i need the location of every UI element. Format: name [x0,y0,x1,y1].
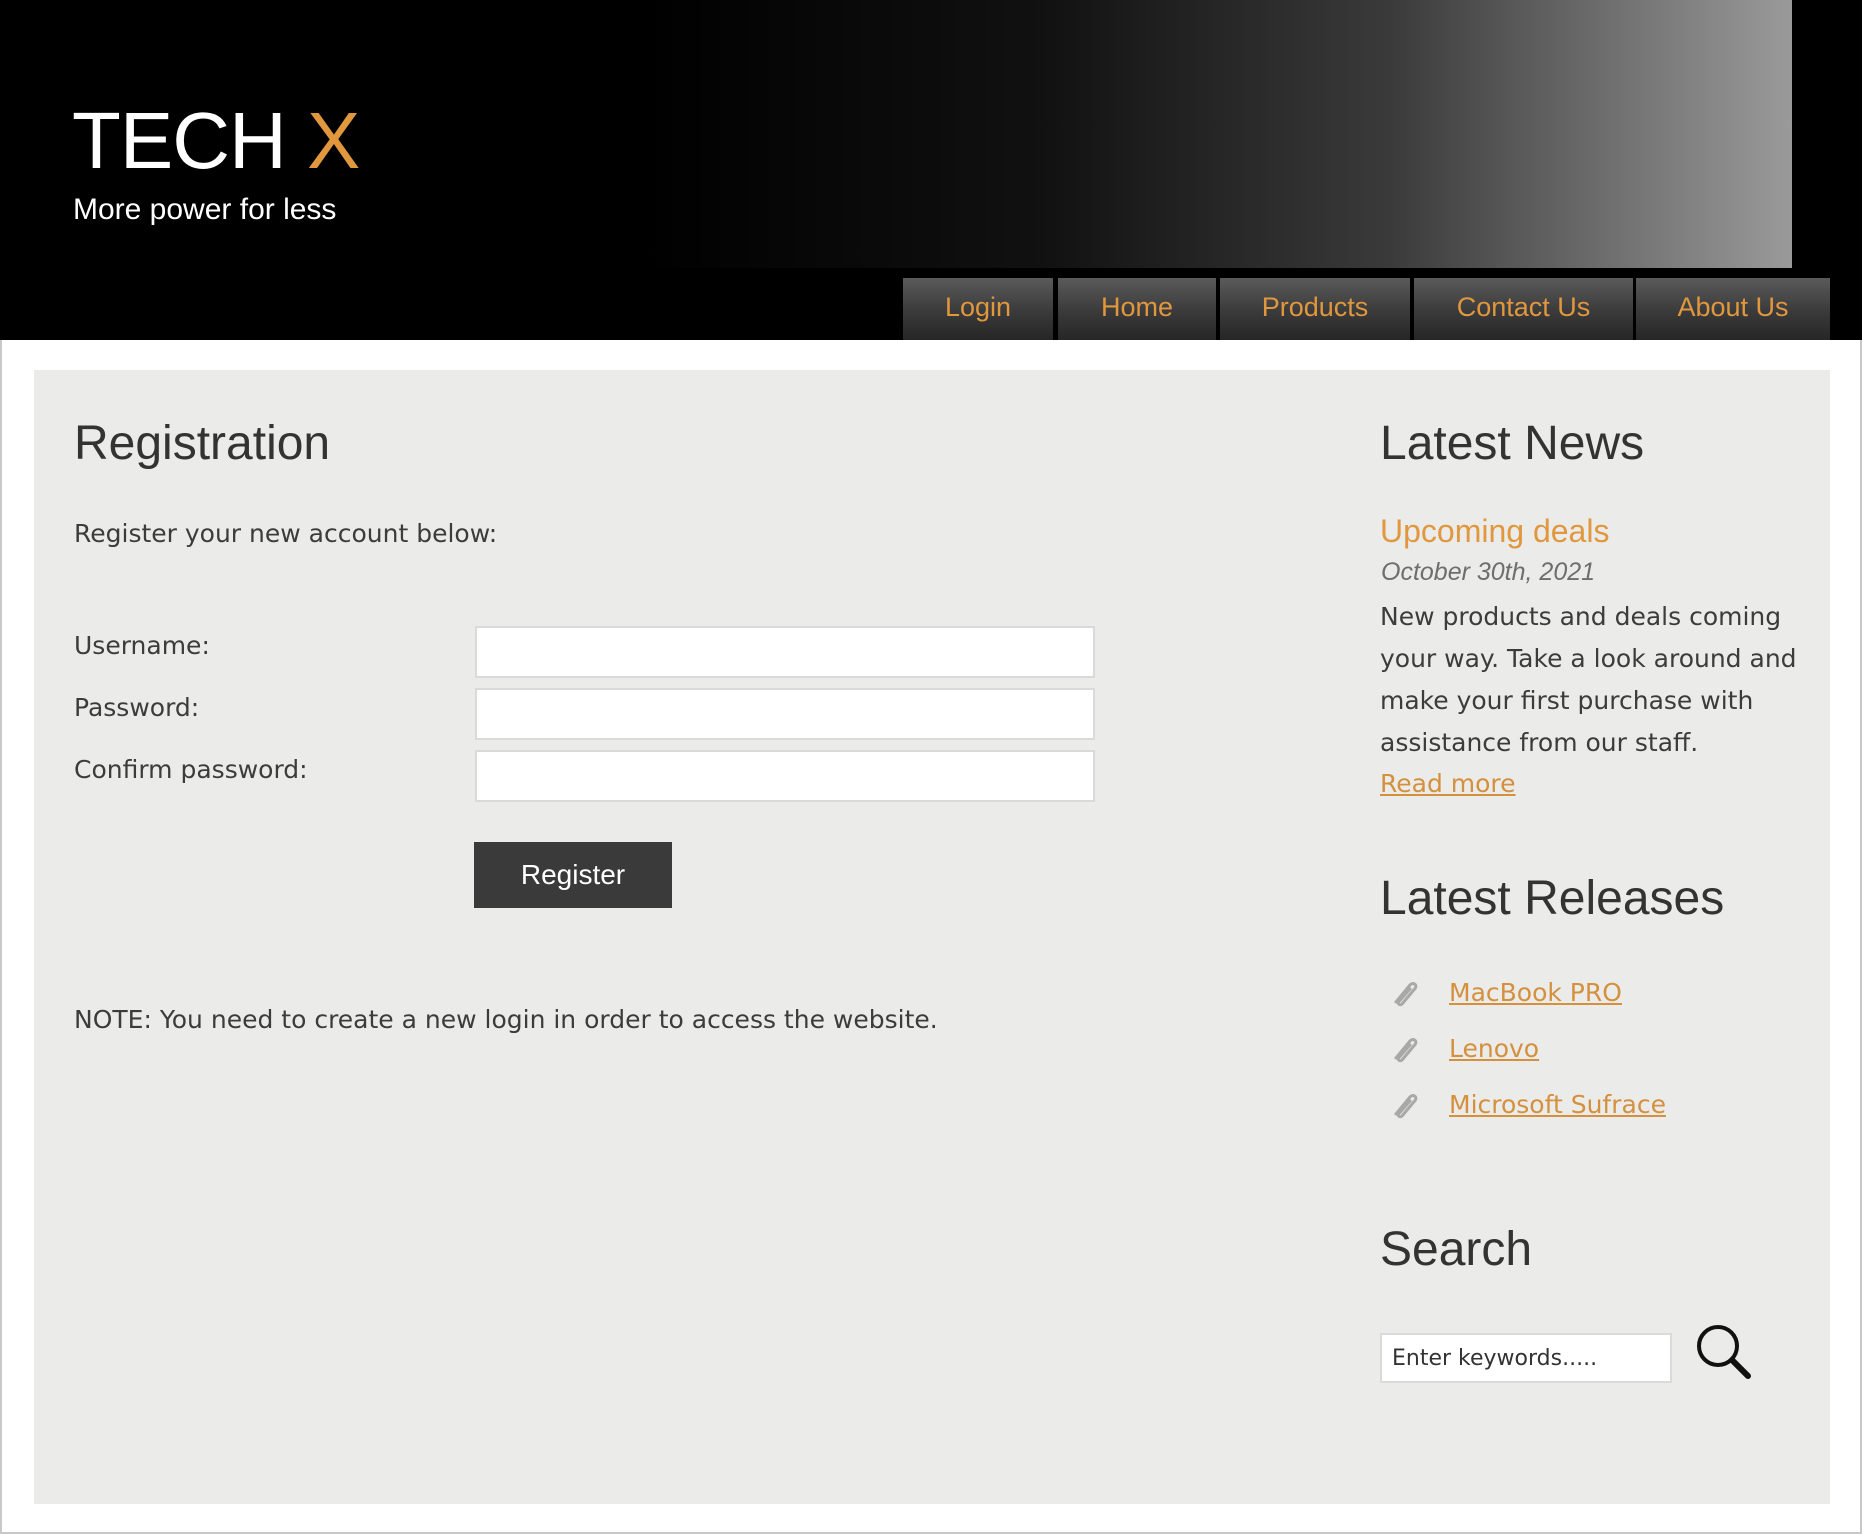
site-header: TECH X More power for less Login Home Pr… [0,0,1862,340]
read-more-link[interactable]: Read more [1380,768,1516,800]
register-button[interactable]: Register [474,842,672,908]
header-banner-gradient [640,0,1792,268]
news-item-date: October 30th, 2021 [1381,558,1596,586]
release-link-macbook-pro[interactable]: MacBook PRO [1449,977,1622,1009]
nav-home[interactable]: Home [1058,278,1216,340]
site-logo[interactable]: TECH X [72,96,360,186]
password-input[interactable] [475,688,1095,740]
release-link-lenovo[interactable]: Lenovo [1449,1033,1539,1065]
paperclip-icon [1394,982,1418,1007]
username-input[interactable] [475,626,1095,678]
news-item-body: New products and deals coming your way. … [1380,602,1797,757]
confirm-password-label: Confirm password: [74,755,308,784]
main-nav: Login Home Products Contact Us About Us [0,278,1862,340]
password-label: Password: [74,693,200,722]
latest-news-heading: Latest News [1380,417,1645,470]
release-link-microsoft-surface[interactable]: Microsoft Sufrace [1449,1089,1666,1121]
paperclip-icon [1394,1038,1418,1063]
registration-title: Registration [74,417,331,470]
search-heading: Search [1380,1223,1533,1276]
username-label: Username: [74,631,210,660]
registration-note: NOTE: You need to create a new login in … [74,1005,938,1034]
confirm-password-input[interactable] [475,750,1095,802]
paperclip-icon [1394,1094,1418,1119]
registration-intro: Register your new account below: [74,519,498,548]
magnifier-icon[interactable] [1694,1322,1754,1382]
logo-accent: X [307,96,360,185]
nav-products[interactable]: Products [1220,278,1410,340]
logo-text: TECH [72,96,307,185]
search-input[interactable] [1380,1333,1672,1383]
nav-contact-us[interactable]: Contact Us [1414,278,1633,340]
nav-about-us[interactable]: About Us [1636,278,1830,340]
site-tagline: More power for less [73,193,337,226]
nav-login[interactable]: Login [903,278,1053,340]
news-item-title[interactable]: Upcoming deals [1380,511,1609,551]
latest-releases-heading: Latest Releases [1380,872,1725,925]
